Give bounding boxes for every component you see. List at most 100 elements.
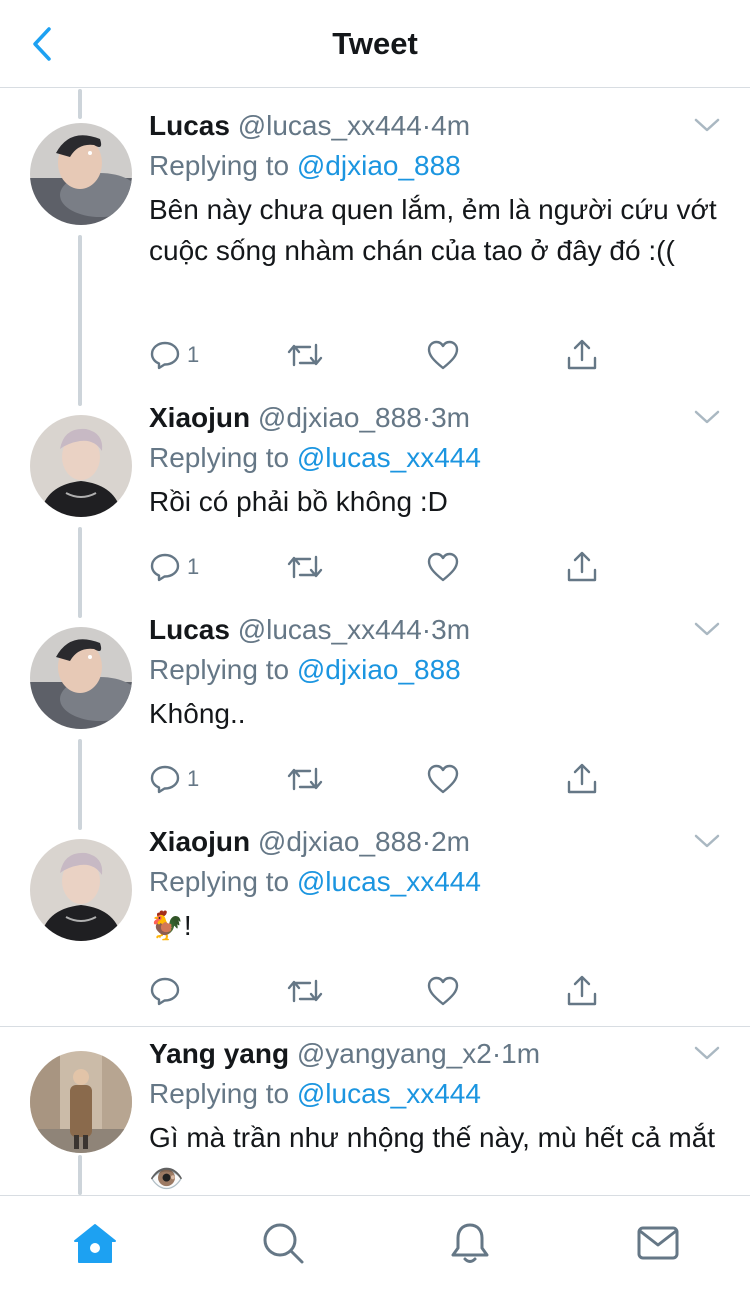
thread-connector	[78, 1155, 82, 1195]
reply-button[interactable]	[149, 971, 181, 1011]
like-icon	[427, 340, 459, 370]
tweet-actions: 1	[149, 547, 619, 587]
author-handle[interactable]: @lucas_xx444	[238, 614, 422, 645]
avatar-yangyang	[30, 1051, 132, 1153]
retweet-button[interactable]	[286, 547, 324, 587]
tweet-text: Không..	[149, 698, 246, 729]
retweet-icon	[287, 555, 323, 579]
avatar-xiaojun	[30, 839, 132, 941]
avatar[interactable]	[30, 627, 132, 729]
retweet-button[interactable]	[286, 335, 324, 375]
like-icon	[427, 552, 459, 582]
reply-icon	[150, 977, 180, 1006]
chevron-down-icon[interactable]	[694, 117, 720, 133]
share-button[interactable]	[565, 759, 599, 799]
avatar[interactable]	[30, 415, 132, 517]
retweet-icon	[287, 343, 323, 367]
reply-icon	[150, 553, 180, 582]
like-button[interactable]	[426, 547, 460, 587]
author-name[interactable]: Yang yang	[149, 1038, 289, 1069]
reply-icon	[150, 765, 180, 794]
page-title: Tweet	[332, 26, 418, 61]
tweet-actions: 1	[149, 759, 619, 799]
mention-link[interactable]: @djxiao_888	[297, 654, 461, 685]
tweet-actions: 1	[149, 335, 619, 375]
replying-to: Replying to @lucas_xx444	[149, 1078, 481, 1109]
home-icon	[74, 1224, 116, 1263]
share-button[interactable]	[565, 335, 599, 375]
tweet-text: 🐓!	[149, 910, 192, 941]
thread-connector	[78, 527, 82, 618]
like-button[interactable]	[426, 335, 460, 375]
reply-count: 1	[187, 342, 200, 367]
tweet-text: Gì mà trần như nhộng thế này, mù hết cả …	[149, 1122, 716, 1194]
divider	[0, 1026, 750, 1027]
retweet-icon	[287, 767, 323, 791]
tweet-time: 3m	[431, 614, 471, 645]
avatar[interactable]	[30, 123, 132, 225]
reply-button[interactable]: 1	[149, 759, 199, 799]
chevron-down-icon[interactable]	[694, 409, 720, 425]
avatar[interactable]	[30, 1051, 132, 1153]
tab-messages[interactable]	[633, 1218, 683, 1268]
reply-count: 1	[187, 554, 200, 579]
share-button[interactable]	[565, 971, 599, 1011]
tab-search[interactable]	[258, 1218, 308, 1268]
replying-to: Replying to @djxiao_888	[149, 150, 461, 181]
chevron-down-icon[interactable]	[694, 833, 720, 849]
share-button[interactable]	[565, 547, 599, 587]
like-icon	[427, 764, 459, 794]
avatar-lucas	[30, 627, 132, 729]
search-icon	[263, 1223, 304, 1264]
tweet-text: Rồi có phải bồ không :D	[149, 486, 448, 517]
author-name[interactable]: Xiaojun	[149, 826, 250, 857]
mention-link[interactable]: @djxiao_888	[297, 150, 461, 181]
tweet-time: 1m	[501, 1038, 541, 1069]
tab-home[interactable]	[70, 1218, 120, 1268]
author-handle[interactable]: @lucas_xx444	[238, 110, 422, 141]
replying-to: Replying to @lucas_xx444	[149, 442, 481, 473]
tweet-actions	[149, 971, 619, 1011]
retweet-button[interactable]	[286, 759, 324, 799]
replying-to: Replying to @djxiao_888	[149, 654, 461, 685]
author-handle[interactable]: @yangyang_x2	[297, 1038, 492, 1069]
avatar-xiaojun	[30, 415, 132, 517]
reply-button[interactable]: 1	[149, 547, 199, 587]
share-icon	[567, 763, 597, 794]
share-icon	[567, 975, 597, 1006]
mention-link[interactable]: @lucas_xx444	[297, 1078, 481, 1109]
mention-link[interactable]: @lucas_xx444	[297, 866, 481, 897]
reply-count: 1	[187, 766, 200, 791]
like-button[interactable]	[426, 759, 460, 799]
mention-link[interactable]: @lucas_xx444	[297, 442, 481, 473]
share-icon	[567, 339, 597, 370]
reply-button[interactable]: 1	[149, 335, 199, 375]
like-icon	[427, 976, 459, 1006]
author-handle[interactable]: @djxiao_888	[258, 826, 422, 857]
retweet-button[interactable]	[286, 971, 324, 1011]
tweet-thread[interactable]: Lucas @lucas_xx444·4m Replying to @djxia…	[0, 89, 750, 1195]
author-handle[interactable]: @djxiao_888	[258, 402, 422, 433]
chevron-down-icon[interactable]	[694, 1045, 720, 1061]
author-name[interactable]: Xiaojun	[149, 402, 250, 433]
reply-icon	[150, 341, 180, 370]
bell-icon	[451, 1223, 489, 1263]
retweet-icon	[287, 979, 323, 1003]
chevron-down-icon[interactable]	[694, 621, 720, 637]
thread-connector	[78, 739, 82, 830]
author-name[interactable]: Lucas	[149, 110, 230, 141]
bottom-tab-bar	[0, 1195, 750, 1294]
avatar-lucas	[30, 123, 132, 225]
share-icon	[567, 551, 597, 582]
thread-connector	[78, 235, 82, 406]
like-button[interactable]	[426, 971, 460, 1011]
tweet-time: 3m	[431, 402, 471, 433]
tab-notifications[interactable]	[445, 1218, 495, 1268]
tweet-time: 2m	[431, 826, 471, 857]
avatar[interactable]	[30, 839, 132, 941]
tweet-time: 4m	[431, 110, 471, 141]
thread-connector	[78, 89, 82, 119]
mail-icon	[637, 1226, 679, 1260]
top-bar: Tweet	[0, 0, 750, 88]
author-name[interactable]: Lucas	[149, 614, 230, 645]
